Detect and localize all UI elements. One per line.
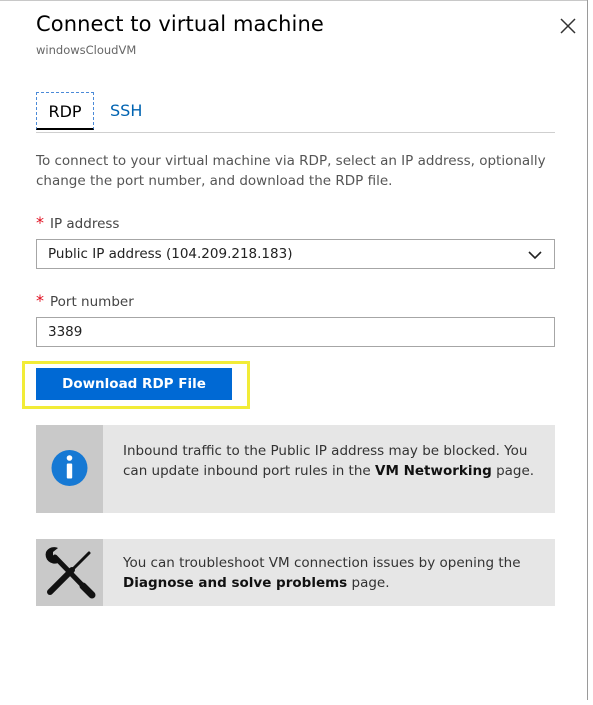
panel-subtitle: windowsCloudVM — [36, 43, 137, 57]
required-mark: * — [36, 213, 44, 232]
tab-rdp[interactable]: RDP — [36, 92, 94, 130]
info-notice-text: Inbound traffic to the Public IP address… — [123, 441, 548, 481]
close-icon — [560, 18, 576, 34]
tab-ssh[interactable]: SSH — [110, 92, 142, 130]
troubleshoot-notice: You can troubleshoot VM connection issue… — [36, 539, 555, 606]
close-button[interactable] — [558, 16, 578, 36]
ip-address-selected: Public IP address (104.209.218.183) — [48, 246, 293, 262]
panel-top-border — [0, 0, 588, 1]
troubleshoot-notice-text: You can troubleshoot VM connection issue… — [123, 553, 548, 593]
rdp-description: To connect to your virtual machine via R… — [36, 153, 546, 189]
connection-tabs: RDP SSH — [36, 92, 555, 133]
ip-address-label: * IP address — [36, 213, 119, 232]
tools-icon — [45, 547, 96, 599]
troubleshoot-notice-text-after: page. — [347, 575, 390, 591]
info-notice-text-after: page. — [491, 463, 535, 479]
panel-right-border — [587, 0, 588, 700]
troubleshoot-notice-icon-box — [36, 539, 103, 606]
chevron-down-icon — [528, 251, 542, 260]
port-number-label: * Port number — [36, 291, 134, 310]
vm-networking-link[interactable]: VM Networking — [375, 463, 492, 479]
troubleshoot-notice-text-before: You can troubleshoot VM connection issue… — [123, 555, 521, 571]
ip-address-label-text: IP address — [50, 216, 120, 232]
diagnose-and-solve-problems-link[interactable]: Diagnose and solve problems — [123, 575, 347, 591]
info-icon — [51, 450, 88, 486]
required-mark: * — [36, 291, 44, 310]
download-rdp-file-button[interactable]: Download RDP File — [36, 368, 232, 400]
info-notice-icon-box — [36, 425, 103, 513]
ip-address-dropdown[interactable]: Public IP address (104.209.218.183) — [36, 239, 555, 269]
info-notice: Inbound traffic to the Public IP address… — [36, 425, 555, 513]
port-number-label-text: Port number — [50, 294, 134, 310]
connect-panel: Connect to virtual machine windowsCloudV… — [0, 0, 588, 705]
panel-title: Connect to virtual machine — [36, 12, 324, 36]
port-number-input[interactable] — [36, 317, 555, 347]
